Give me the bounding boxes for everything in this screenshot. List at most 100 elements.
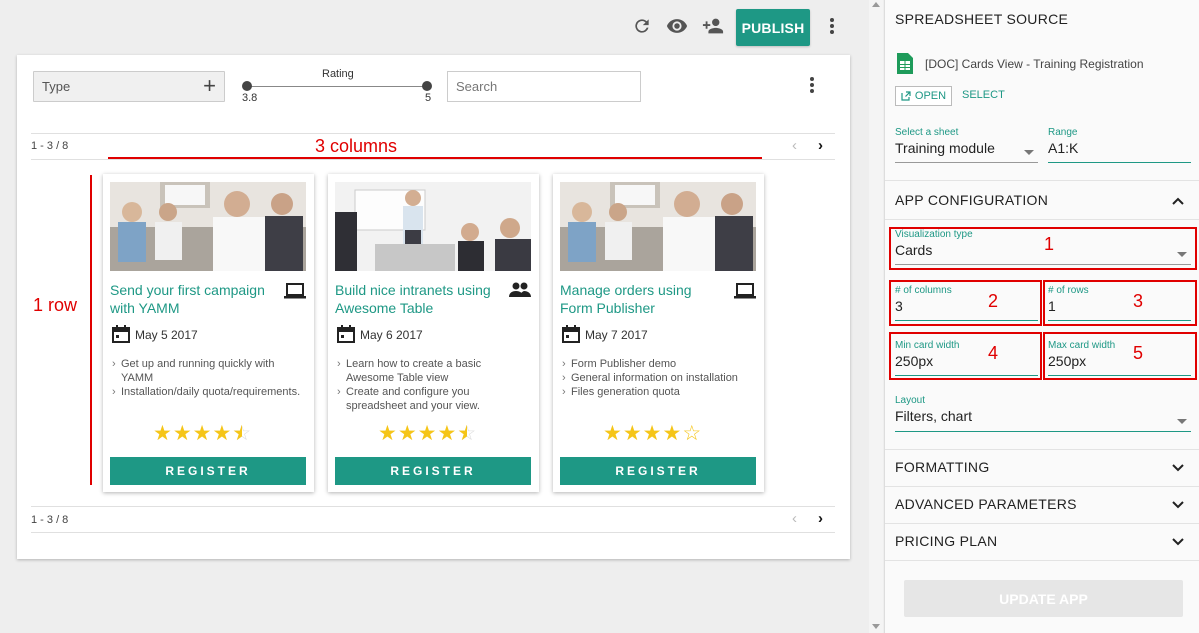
chevron-right-icon[interactable]: ›: [818, 510, 823, 527]
chevron-left-icon[interactable]: ‹: [792, 137, 797, 154]
star-rating: ★★★★☆★: [378, 422, 478, 445]
register-button[interactable]: REGISTER: [335, 457, 531, 485]
star-rating: ★★★★☆★: [153, 422, 253, 445]
list-item: Create and configure you spreadsheet and…: [337, 385, 527, 413]
pricing-plan-title[interactable]: PRICING PLAN: [895, 533, 997, 549]
chevron-right-icon[interactable]: ›: [818, 137, 823, 154]
calendar-icon: [562, 325, 580, 348]
rating-slider-track[interactable]: [247, 86, 428, 87]
chevron-down-icon[interactable]: [1171, 461, 1185, 475]
rating-min-value: 3.8: [242, 92, 258, 104]
type-filter[interactable]: Type +: [33, 71, 225, 102]
card-date: May 5 2017: [135, 328, 198, 342]
sheet-select[interactable]: Select a sheet Training module: [895, 127, 1038, 163]
card: Build nice intranets using Awesome Table…: [328, 174, 539, 492]
list-item: Form Publisher demo: [562, 357, 752, 371]
scroll-up-arrow-icon[interactable]: [872, 2, 880, 7]
spreadsheet-icon: [897, 53, 913, 79]
annotation-number: 3: [1133, 291, 1144, 311]
annotation-box: [1043, 332, 1197, 380]
annotation-number: 4: [988, 343, 999, 363]
card-photo: [335, 182, 531, 271]
divider: [885, 523, 1199, 524]
more-vert-icon[interactable]: [809, 76, 815, 99]
annotation-box: [889, 332, 1042, 380]
card: Send your first campaign with YAMM May 5…: [103, 174, 314, 492]
sheet-select-value: Training module: [895, 140, 995, 156]
annotation-box: [889, 280, 1042, 326]
rating-slider-min-handle[interactable]: [242, 81, 252, 91]
divider: [31, 133, 835, 134]
annotation-number: 2: [988, 291, 999, 311]
annotation-number: 5: [1133, 343, 1144, 363]
layout-select[interactable]: Layout Filters, chart: [895, 395, 1191, 432]
app-preview-panel: Type + Rating 3.8 5 1 - 3 / 8 ‹ › 3 colu…: [17, 55, 850, 559]
type-filter-label: Type: [42, 79, 71, 94]
configuration-sidebar: SPREADSHEET SOURCE [DOC] Cards View - Tr…: [884, 0, 1199, 633]
update-app-button[interactable]: UPDATE APP: [904, 580, 1183, 617]
add-icon[interactable]: +: [203, 75, 216, 97]
card-description-list: Learn how to create a basic Awesome Tabl…: [337, 357, 527, 413]
scroll-down-arrow-icon[interactable]: [872, 624, 880, 629]
pagination-range: 1 - 3 / 8: [31, 140, 69, 152]
rows-annotation: 1 row: [33, 295, 78, 315]
card: Manage orders using Form Publisher May 7…: [553, 174, 764, 492]
list-item: Files generation quota: [562, 385, 752, 399]
formatting-section-title[interactable]: FORMATTING: [895, 459, 990, 475]
card-description-list: Get up and running quickly with YAMM Ins…: [112, 357, 302, 399]
divider: [885, 486, 1199, 487]
more-vert-icon[interactable]: [820, 14, 844, 38]
columns-annotation-line: [108, 157, 762, 159]
advanced-parameters-title[interactable]: ADVANCED PARAMETERS: [895, 496, 1077, 512]
dropdown-arrow-icon: [1177, 419, 1187, 424]
card-date: May 6 2017: [360, 328, 423, 342]
layout-select-value: Filters, chart: [895, 408, 973, 424]
refresh-icon[interactable]: [630, 14, 654, 38]
open-button-label: OPEN: [914, 90, 947, 102]
calendar-icon: [112, 325, 130, 348]
annotation-box: [889, 227, 1197, 270]
divider: [885, 560, 1199, 561]
annotation-box: [1043, 280, 1197, 326]
rating-max-value: 5: [425, 92, 432, 104]
register-button[interactable]: REGISTER: [110, 457, 306, 485]
chevron-down-icon[interactable]: [1171, 535, 1185, 549]
search-input[interactable]: [447, 71, 641, 102]
columns-annotation: 3 columns: [315, 136, 398, 156]
card-title[interactable]: Build nice intranets using Awesome Table: [335, 281, 500, 317]
chevron-up-icon[interactable]: [1171, 194, 1185, 208]
range-field-value: A1:K: [1048, 140, 1079, 156]
rating-slider-max-handle[interactable]: [422, 81, 432, 91]
app-configuration-title[interactable]: APP CONFIGURATION: [895, 192, 1048, 208]
calendar-icon: [337, 325, 355, 348]
divider: [885, 219, 1199, 220]
laptop-icon: [734, 282, 756, 305]
card-date: May 7 2017: [585, 328, 648, 342]
eye-icon[interactable]: [665, 14, 689, 38]
range-field[interactable]: Range A1:K: [1048, 127, 1191, 163]
list-item: Get up and running quickly with YAMM: [112, 357, 302, 385]
open-button[interactable]: OPEN: [895, 86, 952, 106]
people-icon: [509, 282, 531, 303]
divider: [885, 449, 1199, 450]
sheet-select-label: Select a sheet: [895, 127, 959, 138]
publish-button[interactable]: PUBLISH: [736, 9, 810, 46]
list-item: Installation/daily quota/requirements.: [112, 385, 302, 399]
card-title[interactable]: Manage orders using Form Publisher: [560, 281, 725, 317]
laptop-icon: [284, 282, 306, 305]
card-title[interactable]: Send your first campaign with YAMM: [110, 281, 275, 317]
card-photo: [560, 182, 756, 271]
scrollbar[interactable]: [869, 0, 883, 633]
rating-filter-label: Rating: [322, 68, 354, 80]
top-toolbar: PUBLISH: [0, 0, 868, 54]
annotation-number: 1: [1044, 234, 1055, 254]
card-photo: [110, 182, 306, 271]
dropdown-arrow-icon: [1024, 150, 1034, 155]
chevron-left-icon[interactable]: ‹: [792, 510, 797, 527]
list-item: Learn how to create a basic Awesome Tabl…: [337, 357, 527, 385]
chevron-down-icon[interactable]: [1171, 498, 1185, 512]
select-button[interactable]: SELECT: [962, 89, 1005, 101]
register-button[interactable]: REGISTER: [560, 457, 756, 485]
spreadsheet-source-title: SPREADSHEET SOURCE: [895, 11, 1069, 27]
add-user-icon[interactable]: [701, 14, 725, 38]
